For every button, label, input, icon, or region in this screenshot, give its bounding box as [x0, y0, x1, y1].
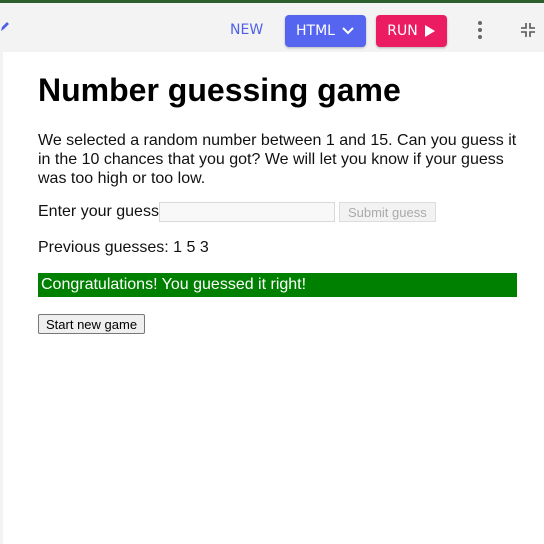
start-new-game-button[interactable]: Start new game	[38, 314, 146, 334]
intro-text: We selected a random number between 1 an…	[38, 132, 517, 187]
result-message: Congratulations! You guessed it right!	[38, 273, 517, 297]
previous-guesses: Previous guesses: 1 5 3	[38, 239, 209, 256]
submit-guess-button[interactable]: Submit guess	[338, 202, 436, 222]
guess-label: Enter your guess	[38, 203, 159, 220]
collapse-icon[interactable]	[520, 22, 536, 38]
page-title: Number guessing game	[38, 72, 401, 108]
guess-row: Enter your guess Submit guess	[38, 202, 436, 222]
preview-pane: Number guessing game We selected a rando…	[3, 52, 544, 544]
more-options-icon[interactable]	[474, 20, 486, 42]
html-dropdown-button[interactable]: HTML	[285, 15, 366, 47]
pencil-icon[interactable]	[0, 20, 10, 32]
guess-input[interactable]	[158, 202, 335, 222]
play-icon	[424, 25, 435, 37]
html-label: HTML	[296, 23, 335, 39]
new-button[interactable]: NEW	[230, 22, 263, 38]
chevron-down-icon	[342, 27, 354, 35]
run-button[interactable]: RUN	[376, 15, 447, 47]
run-label: RUN	[387, 23, 418, 39]
toolbar: NEW HTML RUN	[0, 3, 544, 52]
